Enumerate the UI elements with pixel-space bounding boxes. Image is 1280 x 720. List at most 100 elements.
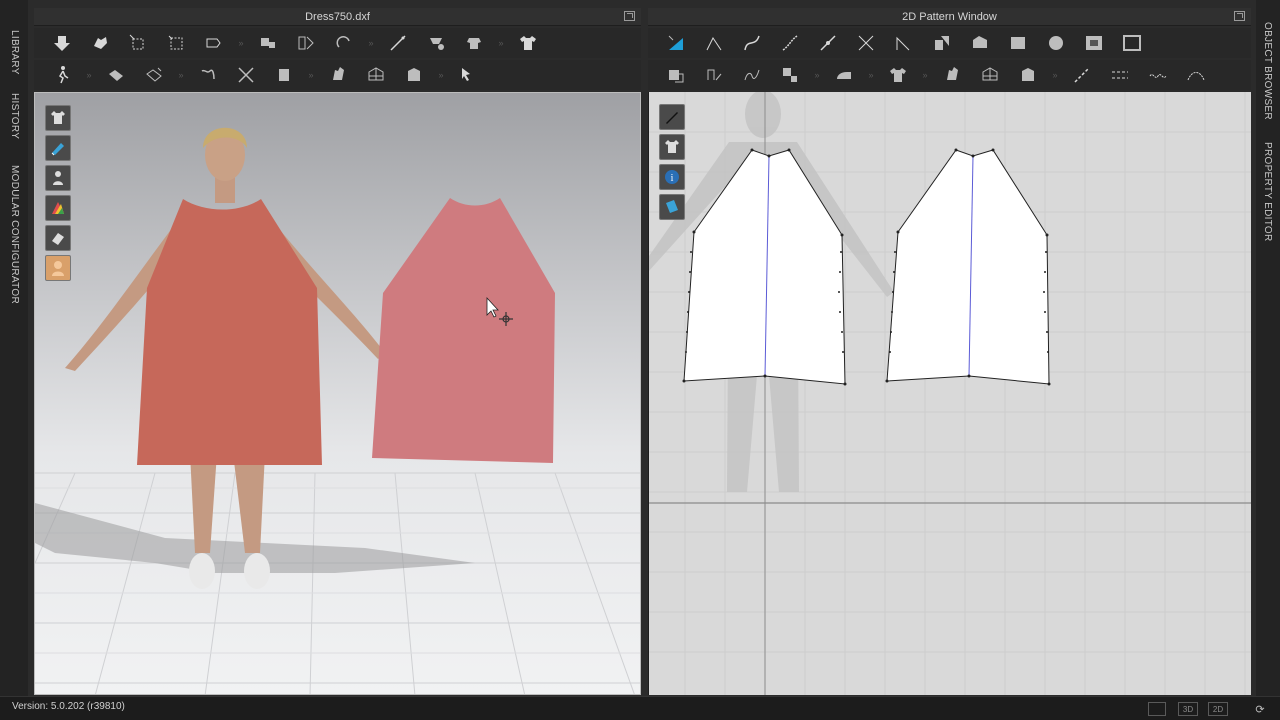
steam-2d-button[interactable] (826, 62, 862, 88)
arrow-down-icon (54, 36, 70, 51)
garment-back[interactable] (372, 198, 555, 463)
cut-button[interactable] (228, 62, 264, 88)
float-2d-window-button[interactable] (1234, 11, 1245, 21)
garment-2d-button[interactable] (880, 62, 916, 88)
info-button[interactable]: i (659, 164, 685, 190)
iron-icon (837, 72, 851, 79)
button-2d-tool[interactable] (934, 62, 970, 88)
tab-modular-configurator[interactable]: MODULAR CONFIGURATOR (9, 165, 20, 304)
avatar-skin-button[interactable] (45, 255, 71, 281)
pattern-visibility-button[interactable] (659, 134, 685, 160)
fabric-visibility-icon (51, 143, 64, 156)
tab-library[interactable]: LIBRARY (9, 30, 20, 75)
fabric-visibility-button[interactable] (45, 135, 71, 161)
rectangle-button[interactable] (1000, 30, 1036, 56)
free-sewing-button[interactable] (734, 62, 770, 88)
sewing-line-icon (896, 36, 910, 51)
cut-and-sew-button[interactable] (848, 30, 884, 56)
toolbar-separator: » (438, 70, 444, 80)
fold-arrangement-button[interactable] (250, 30, 286, 56)
tab-object-browser[interactable]: OBJECT BROWSER (1262, 22, 1273, 120)
transform-2d-button[interactable] (658, 30, 694, 56)
3d-scene (35, 127, 640, 694)
texture-display-button[interactable] (45, 195, 71, 221)
polygon-icon (973, 36, 987, 48)
steam-button[interactable] (190, 62, 226, 88)
zipper-2d-button[interactable] (1064, 62, 1100, 88)
avatar-visibility-button[interactable] (45, 165, 71, 191)
garment-fit-button[interactable] (510, 30, 546, 56)
render-mode-button[interactable] (45, 225, 71, 251)
shrink-button[interactable] (136, 62, 172, 88)
layout-toggle-button[interactable] (1148, 702, 1166, 716)
3d-viewport[interactable] (34, 92, 641, 695)
refresh-icon[interactable]: ⟳ (1253, 702, 1267, 716)
tab-history[interactable]: HISTORY (9, 93, 20, 139)
view-3d-button[interactable]: 3D (1178, 702, 1198, 716)
add-point-button[interactable] (810, 30, 846, 56)
punch-button[interactable] (266, 62, 302, 88)
render-mode-icon (52, 233, 64, 245)
piping-button[interactable] (1102, 62, 1138, 88)
select-mesh-lasso-button[interactable] (158, 30, 194, 56)
trace-icon (669, 70, 684, 83)
transform-pattern-button[interactable] (196, 30, 232, 56)
avatar-pose-button[interactable] (44, 62, 80, 88)
garment-pattern-icon (408, 68, 420, 81)
check-sewing-button[interactable] (772, 62, 808, 88)
float-3d-window-button[interactable] (624, 11, 635, 21)
garment-visibility-button[interactable] (45, 105, 71, 131)
select-button-tool[interactable] (358, 62, 394, 88)
segment-sewing-button[interactable] (696, 62, 732, 88)
button-tool[interactable] (320, 62, 356, 88)
zipper-icon (1074, 67, 1090, 83)
edit-curve-point-button[interactable] (772, 30, 808, 56)
texture-2d-button[interactable] (659, 194, 685, 220)
buttonhole-2d-tool[interactable] (1010, 62, 1046, 88)
edit-point-button[interactable] (696, 30, 732, 56)
fold-lines-icon (298, 36, 314, 50)
curve-icon (744, 35, 760, 51)
pin-button[interactable] (456, 30, 492, 56)
rotate-fold-button[interactable] (326, 30, 362, 56)
shirt-icon (520, 36, 536, 50)
toolbar-separator: » (86, 70, 92, 80)
internal-circle-button[interactable] (1114, 30, 1150, 56)
select-button-2d-tool[interactable] (972, 62, 1008, 88)
edit-sewing-3d-button[interactable] (380, 30, 416, 56)
edit-curvature-button[interactable] (734, 30, 770, 56)
view-2d-button[interactable]: 2D (1208, 702, 1228, 716)
toolbar-separator: » (922, 70, 928, 80)
strengthen-button[interactable] (98, 62, 134, 88)
right-sidebar: OBJECT BROWSER PROPERTY EDITOR (1256, 0, 1280, 696)
buttonhole-tool[interactable] (396, 62, 432, 88)
select-move-button[interactable] (82, 30, 118, 56)
toolbar-separator: » (238, 38, 244, 48)
version-label: Version: 5.0.202 (r39810) (12, 701, 125, 712)
scissors-icon (238, 67, 254, 83)
tack-button[interactable] (418, 30, 454, 56)
select-mesh-box-button[interactable] (120, 30, 156, 56)
tack-icon (430, 38, 444, 50)
walking-person-icon (58, 66, 69, 84)
circle-button[interactable] (1038, 30, 1074, 56)
tab-property-editor[interactable]: PROPERTY EDITOR (1262, 142, 1273, 242)
hand-button-icon (333, 67, 344, 80)
fold-3d-button[interactable] (288, 30, 324, 56)
zipper-button[interactable] (450, 62, 486, 88)
curved-stitch-icon (1187, 72, 1205, 81)
curved-topstitch-button[interactable] (1178, 62, 1214, 88)
2d-pattern-viewport[interactable]: i (648, 92, 1251, 695)
polygon-button[interactable] (962, 30, 998, 56)
trace-pattern-button[interactable] (658, 62, 694, 88)
toolbar-separator: » (498, 38, 504, 48)
edit-sewing-2d-button[interactable] (886, 30, 922, 56)
pattern-piece-back[interactable] (885, 148, 1051, 386)
internal-polygon-button[interactable] (924, 30, 960, 56)
drop-garment-button[interactable] (44, 30, 80, 56)
topstitch-button[interactable] (1140, 62, 1176, 88)
rotate-icon (336, 36, 350, 48)
pen-visibility-button[interactable] (659, 104, 685, 130)
application-window: LIBRARY HISTORY MODULAR CONFIGURATOR OBJ… (0, 0, 1280, 720)
internal-rectangle-button[interactable] (1076, 30, 1112, 56)
